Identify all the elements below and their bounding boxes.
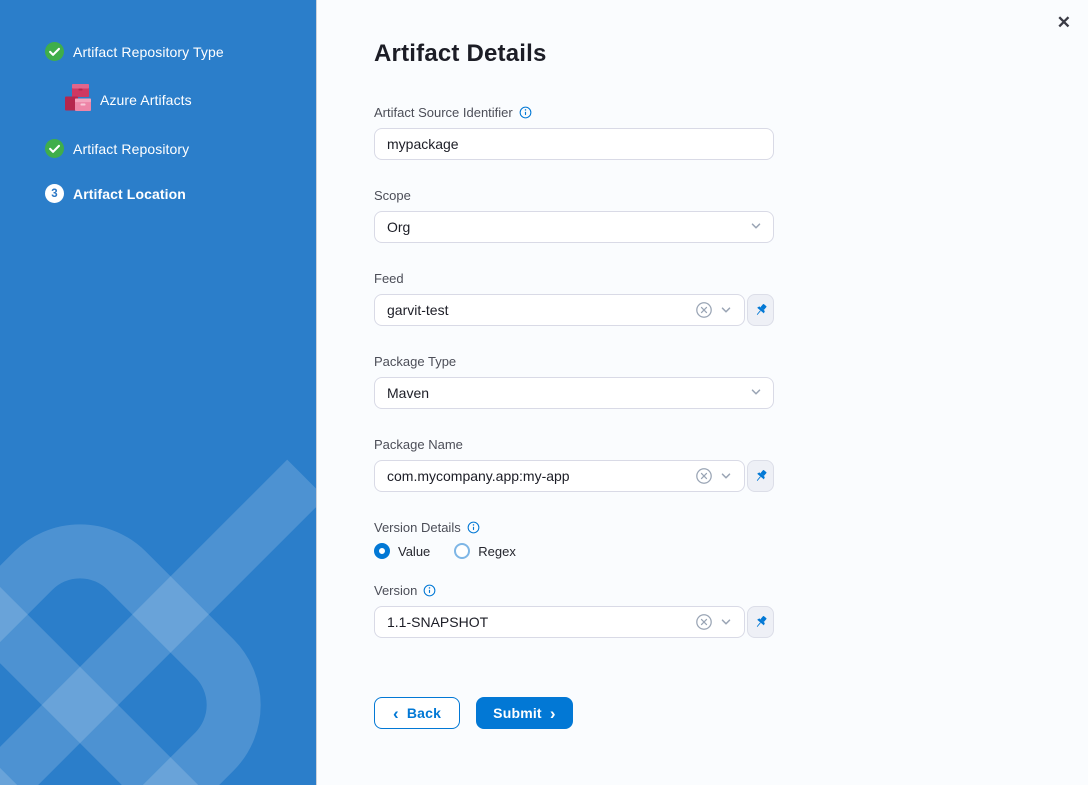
artifact-source-identifier-input[interactable] <box>374 128 774 160</box>
version-details-label: Version Details <box>374 520 461 535</box>
package-name-value: com.mycompany.app:my-app <box>387 468 692 484</box>
field-scope: Scope Org <box>374 188 774 243</box>
artifact-details-panel: ✕ Artifact Details Artifact Source Ident… <box>317 0 1088 785</box>
step-label: Artifact Location <box>73 186 186 202</box>
field-package-type: Package Type Maven <box>374 354 774 409</box>
azure-artifacts-icon <box>64 83 92 117</box>
clear-icon[interactable] <box>692 613 716 631</box>
back-button[interactable]: ‹ Back <box>374 697 460 729</box>
package-type-selected-value: Maven <box>387 385 429 401</box>
radio-value[interactable]: Value <box>374 543 430 559</box>
package-type-select[interactable]: Maven <box>374 377 774 409</box>
field-version-details: Version Details Value Regex <box>374 520 774 559</box>
pin-button[interactable] <box>747 294 774 326</box>
harness-logo-watermark <box>0 445 317 785</box>
chevron-down-icon[interactable] <box>716 615 736 629</box>
wizard-sidebar: Artifact Repository Type Azure Artifacts <box>0 0 317 785</box>
step-label: Artifact Repository Type <box>73 44 224 60</box>
version-value: 1.1-SNAPSHOT <box>387 614 692 630</box>
artifact-wizard-dialog: Artifact Repository Type Azure Artifacts <box>0 0 1088 785</box>
chevron-down-icon <box>749 219 763 236</box>
package-name-label: Package Name <box>374 437 463 452</box>
sidebar-step-artifact-repository-type[interactable]: Artifact Repository Type <box>45 42 316 61</box>
info-icon[interactable] <box>423 584 436 597</box>
chevron-right-icon: › <box>550 705 556 722</box>
sidebar-step-artifact-repository[interactable]: Artifact Repository <box>45 139 316 158</box>
artifact-source-identifier-label: Artifact Source Identifier <box>374 105 513 120</box>
version-label: Version <box>374 583 417 598</box>
sidebar-substep-azure-artifacts[interactable]: Azure Artifacts <box>64 83 316 117</box>
chevron-left-icon: ‹ <box>393 705 399 722</box>
chevron-down-icon[interactable] <box>716 303 736 317</box>
submit-button[interactable]: Submit › <box>476 697 573 729</box>
pin-button[interactable] <box>747 460 774 492</box>
radio-selected-icon <box>374 543 390 559</box>
info-icon[interactable] <box>519 106 532 119</box>
feed-combobox[interactable]: garvit-test <box>374 294 745 326</box>
clear-icon[interactable] <box>692 301 716 319</box>
substep-label: Azure Artifacts <box>100 92 192 108</box>
field-feed: Feed garvit-test <box>374 271 774 326</box>
radio-regex[interactable]: Regex <box>454 543 516 559</box>
radio-unselected-icon <box>454 543 470 559</box>
feed-value: garvit-test <box>387 302 692 318</box>
chevron-down-icon <box>749 385 763 402</box>
step-label: Artifact Repository <box>73 141 189 157</box>
sidebar-step-artifact-location[interactable]: 3 Artifact Location <box>45 184 316 203</box>
close-icon[interactable]: ✕ <box>1053 10 1075 35</box>
info-icon[interactable] <box>467 521 480 534</box>
wizard-footer: ‹ Back Submit › <box>374 697 774 729</box>
scope-select[interactable]: Org <box>374 211 774 243</box>
chevron-down-icon[interactable] <box>716 469 736 483</box>
package-type-label: Package Type <box>374 354 456 369</box>
check-circle-icon <box>45 139 64 158</box>
scope-label: Scope <box>374 188 411 203</box>
artifact-details-form: Artifact Source Identifier Scope Org <box>374 105 774 729</box>
page-title: Artifact Details <box>374 40 1088 68</box>
step-number-icon: 3 <box>45 184 64 203</box>
clear-icon[interactable] <box>692 467 716 485</box>
field-version: Version 1.1-SNAPSHOT <box>374 583 774 638</box>
pin-button[interactable] <box>747 606 774 638</box>
check-circle-icon <box>45 42 64 61</box>
field-artifact-source-identifier: Artifact Source Identifier <box>374 105 774 160</box>
feed-label: Feed <box>374 271 404 286</box>
scope-selected-value: Org <box>387 219 410 235</box>
field-package-name: Package Name com.mycompany.app:my-app <box>374 437 774 492</box>
version-combobox[interactable]: 1.1-SNAPSHOT <box>374 606 745 638</box>
package-name-combobox[interactable]: com.mycompany.app:my-app <box>374 460 745 492</box>
